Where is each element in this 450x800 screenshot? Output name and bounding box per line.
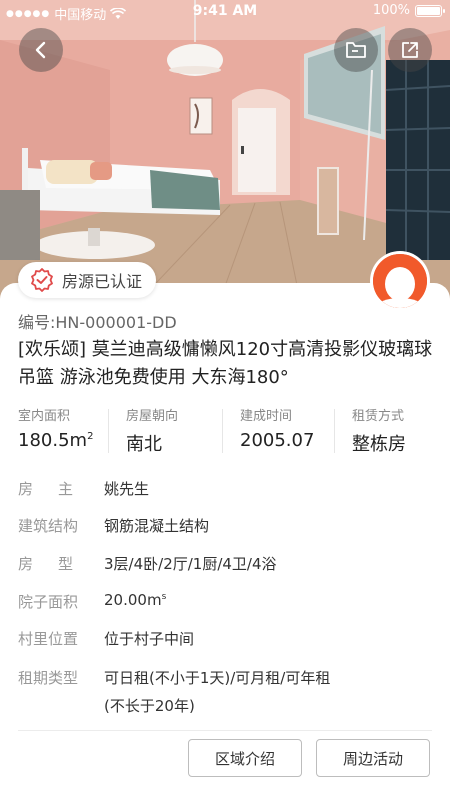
detail-key: 房型 bbox=[18, 555, 99, 573]
detail-key: 村里位置 bbox=[18, 630, 79, 648]
back-button[interactable] bbox=[19, 28, 63, 72]
stat-orientation: 房屋朝向 南北 bbox=[126, 405, 178, 456]
divider bbox=[18, 730, 432, 731]
stat-label: 室内面积 bbox=[18, 409, 71, 424]
host-avatar[interactable] bbox=[370, 251, 430, 311]
stat-divider bbox=[334, 409, 335, 453]
stat-value: 整栋房 bbox=[352, 434, 406, 455]
detail-key: 院子面积 bbox=[18, 593, 79, 611]
area-intro-button[interactable]: 区域介绍 bbox=[188, 739, 302, 777]
detail-value: 20.00ms bbox=[104, 591, 167, 609]
detail-value-continued: (不长于20年) bbox=[104, 697, 195, 715]
status-right: 100% bbox=[372, 3, 445, 18]
detail-value: 位于村子中间 bbox=[104, 630, 195, 648]
detail-value: 钢筋混凝土结构 bbox=[104, 517, 210, 535]
stat-divider bbox=[222, 409, 223, 453]
stat-rental-type: 租赁方式 整栋房 bbox=[352, 405, 406, 456]
stat-built-year: 建成时间 2005.07 bbox=[240, 405, 314, 451]
user-avatar-icon bbox=[373, 254, 427, 308]
stat-label: 建成时间 bbox=[240, 409, 293, 424]
listing-code: 编号:HN-000001-DD bbox=[18, 313, 177, 332]
stat-divider bbox=[108, 409, 109, 453]
share-external-icon bbox=[402, 42, 418, 58]
verified-text: 房源已认证 bbox=[62, 272, 143, 291]
stat-value: 180.5m2 bbox=[18, 430, 94, 451]
detail-value: 可日租(不小于1天)/可月租/可年租 bbox=[104, 669, 331, 687]
verified-seal-icon bbox=[31, 268, 53, 292]
chevron-left-icon bbox=[35, 41, 46, 59]
detail-key: 租期类型 bbox=[18, 669, 79, 687]
detail-value: 姚先生 bbox=[104, 480, 150, 498]
detail-key: 房主 bbox=[18, 480, 99, 498]
battery-icon bbox=[415, 4, 445, 17]
stat-label: 租赁方式 bbox=[352, 409, 405, 424]
stats-row: 室内面积 180.5m2 房屋朝向 南北 建成时间 2005.07 租赁方式 整… bbox=[0, 405, 450, 463]
folder-icon bbox=[346, 42, 366, 58]
stat-area: 室内面积 180.5m2 bbox=[18, 405, 93, 451]
listing-title: [欢乐颂] 莫兰迪高级慵懒风120寸高清投影仪玻璃球吊篮 游泳池免费使用 大东海… bbox=[18, 339, 433, 388]
stat-label: 房屋朝向 bbox=[126, 409, 179, 424]
status-bar: ●●●●● 中国移动 9:41 AM 100% bbox=[0, 0, 450, 24]
share-button[interactable] bbox=[388, 28, 432, 72]
folder-button[interactable] bbox=[334, 28, 378, 72]
battery-percent: 100% bbox=[372, 3, 410, 18]
detail-value: 3层/4卧/2厅/1厨/4卫/4浴 bbox=[104, 555, 277, 573]
stat-value: 南北 bbox=[126, 434, 162, 455]
verified-badge: 房源已认证 bbox=[18, 262, 157, 298]
detail-key: 建筑结构 bbox=[18, 517, 79, 535]
stat-value: 2005.07 bbox=[240, 430, 315, 451]
nearby-events-button[interactable]: 周边活动 bbox=[316, 739, 430, 777]
